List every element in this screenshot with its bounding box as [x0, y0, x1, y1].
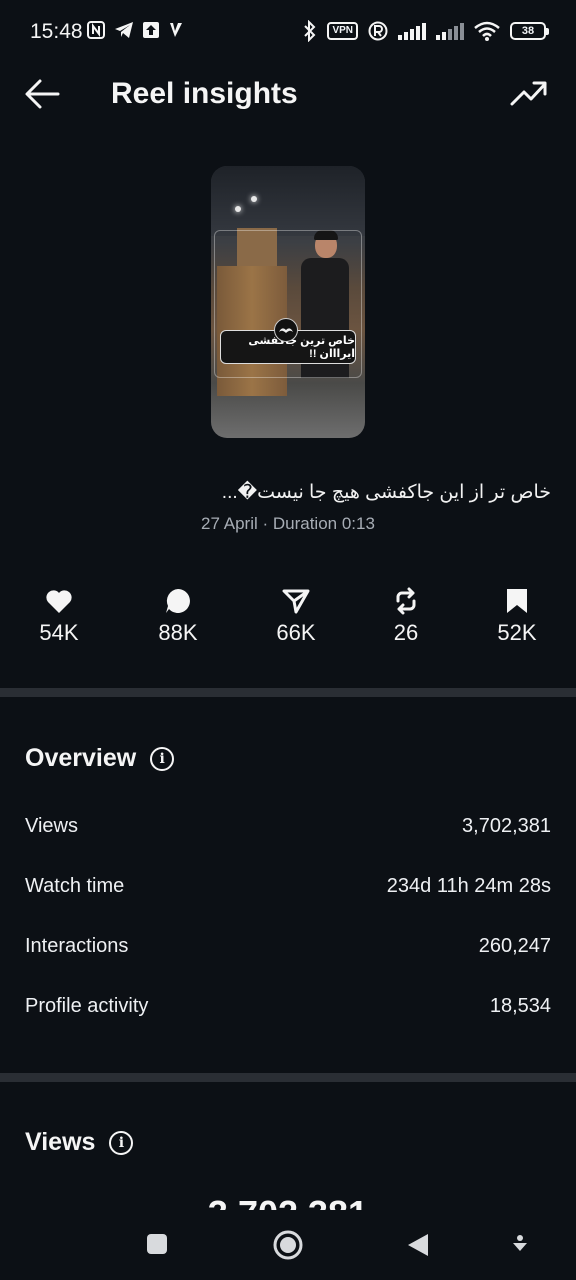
- overview-row-profile-activity: Profile activity 18,534: [25, 995, 551, 1018]
- trends-button[interactable]: [510, 78, 548, 108]
- system-navigation-bar: [0, 1210, 576, 1280]
- status-bar: 15:48 VPN 38: [0, 0, 576, 64]
- comments-count: 88K: [158, 620, 198, 645]
- reel-thumbnail[interactable]: خاص ترین جاکفشی ایرااان !!: [211, 166, 365, 438]
- chevron-down-icon: [513, 1235, 527, 1251]
- comments-stat[interactable]: 88K: [133, 586, 223, 646]
- v-app-icon: [168, 21, 184, 39]
- vpn-badge: VPN: [327, 22, 358, 40]
- section-divider: [0, 688, 576, 697]
- info-icon[interactable]: i: [109, 1130, 134, 1155]
- bluetooth-icon: [303, 20, 317, 42]
- overview-heading: Overview i: [25, 744, 175, 773]
- reposts-stat[interactable]: 26: [361, 586, 451, 646]
- signal-icon-2: [436, 22, 464, 40]
- engagement-stats: 54K 88K 66K 26 52K: [0, 586, 576, 656]
- row-value: 18,534: [489, 995, 551, 1017]
- info-icon[interactable]: i: [150, 746, 175, 771]
- heart-icon: [14, 586, 104, 616]
- likes-count: 54K: [39, 620, 79, 645]
- telegram-icon: [114, 21, 134, 39]
- overview-row-watch-time: Watch time 234d 11h 24m 28s: [25, 875, 551, 898]
- back-button[interactable]: [22, 76, 64, 112]
- bookmark-icon: [472, 586, 562, 616]
- circle-icon: [273, 1230, 303, 1260]
- overview-title: Overview: [25, 744, 137, 772]
- upload-icon: [142, 21, 160, 39]
- wifi-icon: [474, 21, 500, 41]
- triangle-back-icon: [408, 1234, 428, 1256]
- trending-up-icon: [510, 81, 547, 106]
- section-divider: [0, 1073, 576, 1082]
- shares-stat[interactable]: 66K: [251, 586, 341, 646]
- views-title: Views: [25, 1128, 96, 1156]
- share-icon: [251, 586, 341, 616]
- saves-count: 52K: [497, 620, 537, 645]
- row-label: Views: [25, 815, 78, 837]
- home-button[interactable]: [272, 1229, 304, 1261]
- repost-icon: [361, 586, 451, 616]
- app-header: Reel insights: [0, 64, 576, 124]
- reposts-count: 26: [393, 620, 419, 645]
- recents-button[interactable]: [145, 1232, 169, 1256]
- thumbnail-ceiling: [211, 166, 365, 236]
- square-icon: [147, 1234, 167, 1254]
- overview-row-views: Views 3,702,381: [25, 815, 551, 838]
- notification-icons: [86, 20, 184, 40]
- page-title: Reel insights: [111, 77, 298, 110]
- shares-count: 66K: [276, 620, 316, 645]
- saves-stat[interactable]: 52K: [472, 586, 562, 646]
- ceiling-light: [251, 196, 257, 202]
- brand-logo-icon: [274, 318, 298, 342]
- row-label: Profile activity: [25, 995, 149, 1017]
- status-time: 15:48: [30, 20, 83, 43]
- row-value: 234d 11h 24m 28s: [386, 875, 551, 897]
- system-icons: VPN 38: [303, 20, 549, 42]
- reel-caption: خاص تر از این جاکفشی هیچ جا نیست�...: [221, 482, 551, 503]
- registered-icon: [368, 21, 388, 41]
- ceiling-light: [235, 206, 241, 212]
- views-heading: Views i: [25, 1128, 134, 1157]
- signal-icon-1: [398, 22, 426, 40]
- back-nav-button[interactable]: [406, 1232, 430, 1258]
- nav-dropdown-button[interactable]: [510, 1234, 530, 1254]
- comment-icon: [133, 586, 223, 616]
- arrow-left-icon: [25, 79, 60, 109]
- row-value: 3,702,381: [462, 815, 551, 837]
- row-label: Watch time: [25, 875, 125, 897]
- row-label: Interactions: [25, 935, 129, 957]
- overview-row-interactions: Interactions 260,247: [25, 935, 551, 958]
- nfc-icon: [86, 20, 106, 40]
- row-value: 260,247: [478, 935, 551, 957]
- likes-stat[interactable]: 54K: [14, 586, 104, 646]
- reel-meta: 27 April · Duration 0:13: [201, 514, 375, 533]
- battery-indicator: 38: [510, 22, 549, 40]
